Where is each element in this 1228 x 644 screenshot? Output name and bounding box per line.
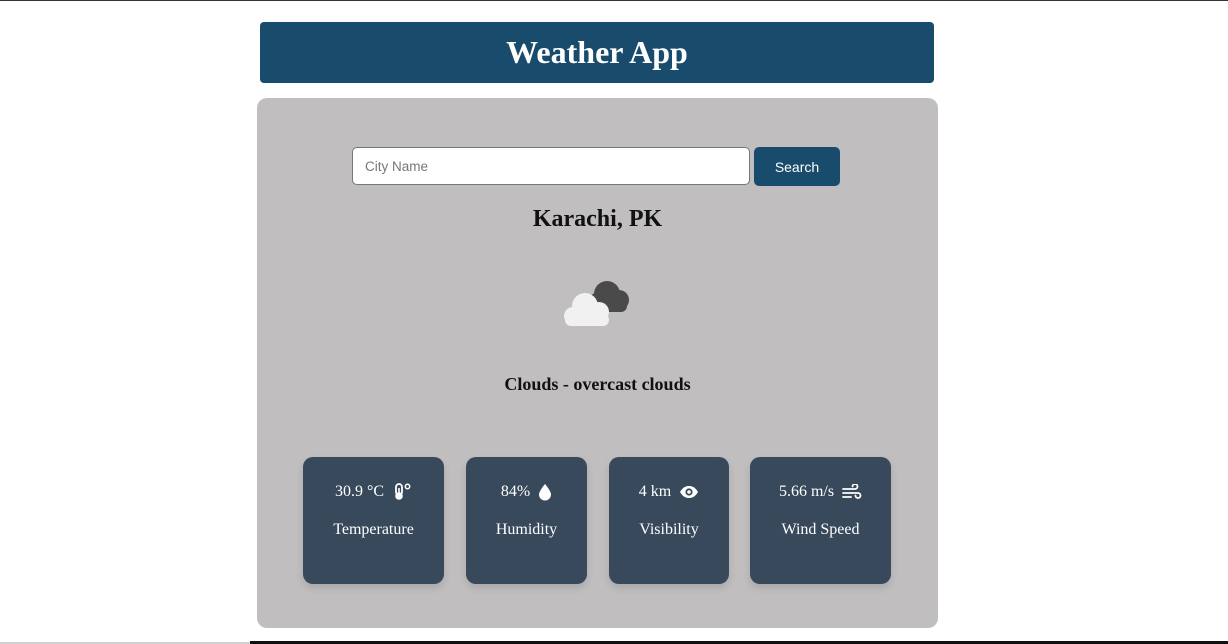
city-name: Karachi, PK <box>532 206 663 232</box>
city-search-input[interactable] <box>352 147 750 185</box>
app-title: Weather App <box>506 34 688 70</box>
water-drop-icon <box>538 483 552 501</box>
humidity-value: 84% <box>500 483 531 500</box>
thermometer-celsius-icon <box>392 483 412 501</box>
wind-icon <box>842 484 862 500</box>
temperature-label: Temperature <box>333 521 414 538</box>
humidity-label: Humidity <box>495 521 558 538</box>
overcast-clouds-icon <box>557 276 639 336</box>
temperature-value: 30.9 °C <box>334 483 385 500</box>
wind-speed-label: Wind Speed <box>781 521 860 538</box>
app-header: Weather App <box>260 22 934 83</box>
window-top-border <box>0 0 1228 1</box>
weather-description: Clouds - overcast clouds <box>504 374 691 394</box>
stat-humidity: 84% Humidity <box>466 457 587 584</box>
visibility-value: 4 km <box>638 483 672 500</box>
stat-wind-speed: 5.66 m/s Wind Speed <box>750 457 891 584</box>
stat-temperature: 30.9 °C Temperature <box>303 457 444 584</box>
search-bar: Search <box>352 147 840 186</box>
visibility-label: Visibility <box>639 521 699 538</box>
wind-speed-value: 5.66 m/s <box>778 483 835 500</box>
weather-card: Search Karachi, PK Clouds - overcast clo… <box>257 98 938 628</box>
stat-visibility: 4 km Visibility <box>609 457 729 584</box>
eye-icon <box>679 485 699 499</box>
search-button[interactable]: Search <box>754 147 840 186</box>
